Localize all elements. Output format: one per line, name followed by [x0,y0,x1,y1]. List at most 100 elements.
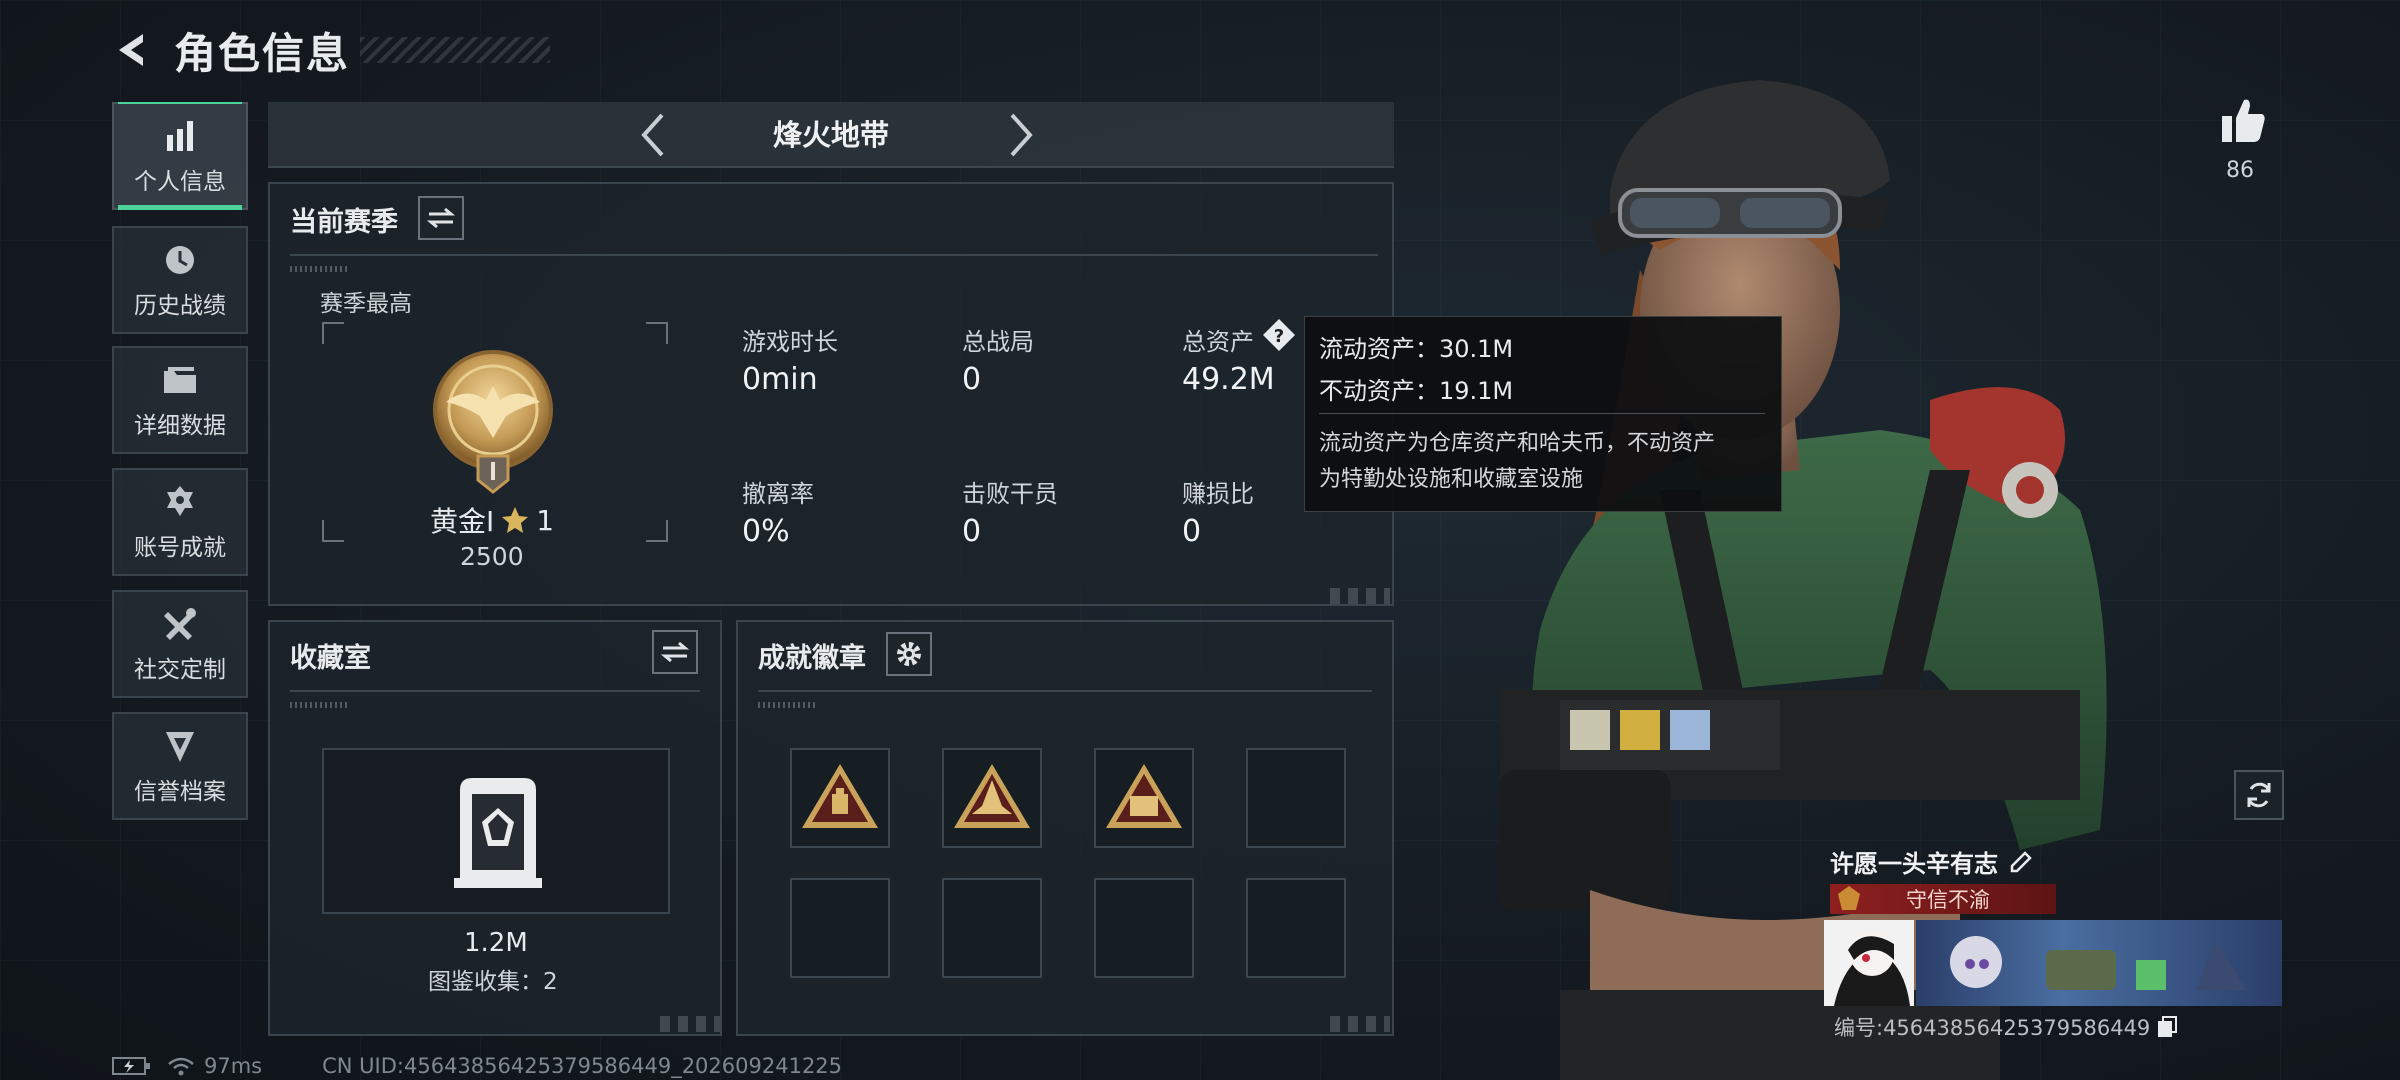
swap-icon [661,641,689,663]
nav-item-achievements[interactable]: 账号成就 [112,468,248,576]
rank-score: 2500 [460,542,524,571]
player-name-row: 许愿一头辛有志 [1830,844,2034,879]
stat-label-kills: 击败干员 [962,480,1058,508]
stat-value-profit-ratio: 0 [1182,514,1202,549]
divider [290,690,700,692]
decor-marks [1330,1016,1390,1032]
gear-icon [897,642,921,666]
divider [758,690,1372,692]
clock-icon [160,240,200,280]
player-name: 许愿一头辛有志 [1830,850,1998,878]
nav-label: 社交定制 [134,657,226,683]
player-title-badge: 守信不渝 [1830,884,2056,914]
nav-item-reputation[interactable]: 信誉档案 [112,712,248,820]
badge-slot-8[interactable] [1246,878,1346,978]
tooltip-fixed-assets: 不动资产：19.1M [1319,377,1514,405]
swap-icon [427,207,455,229]
rotate-button[interactable] [2234,770,2284,820]
battery-icon [112,1057,150,1075]
collection-subtitle: 图鉴收集：2 [428,969,558,995]
copy-icon[interactable] [2156,1015,2178,1039]
rotate-icon [2247,782,2271,808]
folder-icon [160,360,200,400]
divider [290,254,1378,256]
stat-label-profit-ratio: 赚损比 [1182,480,1254,508]
decor-stripe [758,702,818,708]
title-stripe [360,37,551,63]
collection-switch-button[interactable] [652,630,698,674]
stat-label-assets: 总资产 [1182,328,1254,356]
badge-slot-1[interactable] [790,748,890,848]
bar-chart-icon [160,116,200,156]
mode-selector: 烽火地带 [268,102,1394,168]
gold-rank-emblem-icon [433,350,553,494]
star-icon [502,507,529,533]
decor-marks [660,1016,720,1032]
collection-preview [322,748,670,914]
decor-marks [1330,588,1390,604]
nav-label: 个人信息 [134,169,226,195]
collection-panel-title: 收藏室 [290,643,371,674]
stat-label-matches: 总战局 [962,328,1034,356]
tools-icon [160,604,200,644]
player-id: 编号:456438564253795864​49 [1834,1016,2151,1040]
badge-slot-3[interactable] [1094,748,1194,848]
shield-icon [160,726,200,766]
next-mode-button[interactable] [996,110,1046,160]
badge-slot-6[interactable] [942,878,1042,978]
collection-value: 1.2M [464,928,528,958]
wifi-icon [168,1057,194,1076]
season-switch-button[interactable] [418,196,464,240]
header: 角色信息 [112,22,551,78]
tooltip-description-1: 流动资产为仓库资产和哈夫币，不动资产 [1319,431,1716,456]
status-bar: 97ms CN UID:456438564253795864​49_202609… [112,1054,842,1078]
ping-value: 97ms [204,1054,263,1078]
player-avatar[interactable] [1824,920,1914,1006]
badge-slot-7[interactable] [1094,878,1194,978]
nav-item-history[interactable]: 历史战绩 [112,226,248,334]
help-icon[interactable]: ? [1262,318,1296,352]
stat-value-kills: 0 [962,514,982,549]
mode-title: 烽火地带 [772,118,889,152]
stat-value-playtime: 0min [742,362,818,397]
thumbs-up-icon[interactable] [2218,96,2268,146]
page-title: 角色信息 [174,28,351,78]
nav-label: 详细数据 [134,413,226,439]
nav-item-social[interactable]: 社交定制 [112,590,248,698]
rank-name: 黄金Ⅰ [430,505,495,538]
rank-stars: 1 [536,503,555,537]
uid-text: CN UID:456438564253795864​49_20260924122… [322,1054,843,1078]
trophy-icon [160,482,200,522]
badge-slot-4[interactable] [1246,748,1346,848]
player-id-row: 编号:456438564253795864​49 [1834,1012,2178,1042]
back-arrow-icon[interactable] [112,29,154,71]
tooltip-description-2: 为特勤处设施和收藏室设施 [1319,467,1584,492]
edit-icon[interactable] [2008,849,2034,875]
player-title: 守信不渝 [1906,888,1990,912]
tooltip-liquid-assets: 流动资产：30.1M [1319,335,1514,363]
divider [1319,413,1765,414]
nav-label: 信誉档案 [134,779,226,805]
stat-label-extract-rate: 撤离率 [742,480,814,508]
achievement-badge-icon [954,764,1030,828]
season-best-label: 赛季最高 [320,291,412,317]
chevron-right-icon [1010,113,1033,157]
season-panel-title: 当前赛季 [290,207,398,238]
player-banner[interactable] [1916,920,2282,1006]
likes-count: 86 [2226,158,2254,183]
achievement-badge-icon [1106,764,1182,828]
achievement-badge-icon [802,764,878,828]
badge-slot-5[interactable] [790,878,890,978]
badge-slot-2[interactable] [942,748,1042,848]
decor-stripe [290,702,350,708]
nav-item-personal-info[interactable]: 个人信息 [112,102,248,210]
stat-value-extract-rate: 0% [742,514,790,549]
nav-label: 历史战绩 [134,293,226,319]
nav-label: 账号成就 [134,535,226,561]
achievement-settings-button[interactable] [886,632,932,676]
stat-value-assets: 49.2M [1182,362,1275,397]
showcase-icon [454,778,542,888]
stat-label-playtime: 游戏时长 [742,328,838,356]
achievement-panel-title: 成就徽章 [758,643,866,674]
nav-item-details[interactable]: 详细数据 [112,346,248,454]
